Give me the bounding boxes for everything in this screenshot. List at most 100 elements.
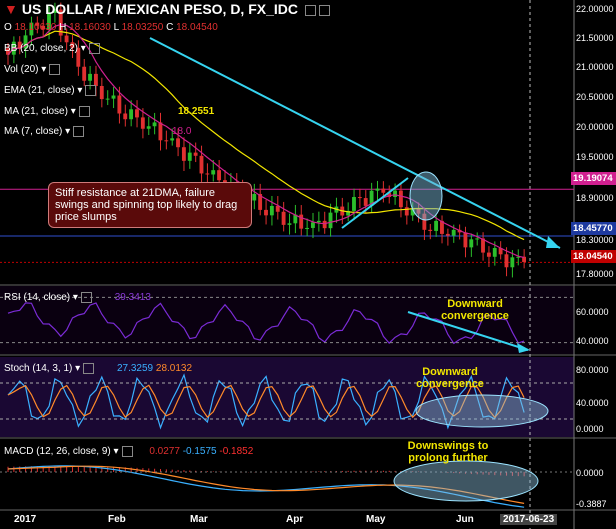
- rsi-note: Downward convergence: [441, 298, 509, 322]
- candle-body: [393, 190, 397, 197]
- ma7-value: 18.0: [172, 126, 192, 137]
- price-tag-support: 18.45770: [571, 222, 616, 235]
- candle-body: [152, 122, 157, 127]
- ohlc-open: 18.10630: [14, 22, 57, 33]
- bb-label: BB (20, close, 2): [4, 43, 78, 55]
- x-tick-label: Jun: [456, 514, 474, 525]
- macd-header[interactable]: MACD (12, 26, close, 9) ▾ 0.0277 -0.1575…: [4, 446, 253, 457]
- ohlc-open-key: O: [4, 22, 12, 33]
- macd-settings-icon[interactable]: [121, 446, 133, 457]
- ohlc-high: 18.16030: [69, 22, 111, 33]
- y-tick-label: 17.80000: [576, 269, 614, 279]
- candle-body: [398, 190, 403, 208]
- candle-body: [99, 86, 104, 100]
- ema-settings-icon[interactable]: [85, 85, 97, 96]
- ohlc-low: 18.03250: [121, 22, 164, 33]
- ema-label: EMA (21, close): [4, 85, 75, 97]
- ma21-settings-icon[interactable]: [78, 106, 90, 117]
- candle-body: [252, 193, 257, 201]
- indicator-ema[interactable]: EMA (21, close) ▾: [4, 85, 97, 97]
- indicator-ma21[interactable]: MA (21, close) ▾: [4, 106, 90, 117]
- candle-body: [88, 73, 92, 81]
- macd-signal-value: -0.1852: [219, 446, 254, 458]
- x-tick-label: Feb: [108, 514, 126, 525]
- chart-title: ▼ US DOLLAR / MEXICAN PESO, D, FX_IDC: [4, 1, 330, 17]
- candle-body: [287, 223, 292, 225]
- candle-body: [117, 95, 122, 114]
- macd-tick-label: -0.3887: [576, 499, 607, 509]
- ma7-settings-icon[interactable]: [73, 126, 85, 137]
- stoch-k-value: 27.3259: [116, 363, 154, 375]
- stoch-label: Stoch (14, 3, 1): [4, 363, 73, 375]
- vol-settings-icon[interactable]: [49, 64, 61, 75]
- candle-body: [463, 232, 468, 248]
- indicator-ma7[interactable]: MA (7, close) ▾: [4, 126, 85, 138]
- candle-body: [176, 138, 180, 148]
- candle-body: [375, 188, 380, 191]
- collapse-icon[interactable]: ▼: [4, 1, 18, 17]
- candle-body: [140, 117, 145, 129]
- ohlc-low-key: L: [113, 22, 119, 33]
- rsi-tick-label: 40.0000: [576, 336, 609, 346]
- stoch-tick-label: 80.0000: [576, 365, 609, 375]
- ohlc-close-key: C: [166, 22, 174, 33]
- current-date-label: 2017-06-23: [500, 514, 558, 525]
- candle-body: [211, 170, 216, 175]
- stoch-header[interactable]: Stoch (14, 3, 1) ▾ 27.3259 28.0132: [4, 363, 192, 374]
- candle-body: [510, 257, 515, 268]
- ma7-label: MA (7, close): [4, 126, 63, 138]
- y-tick-label: 20.00000: [576, 122, 614, 132]
- x-tick-label: Mar: [190, 514, 208, 525]
- candle-body: [434, 220, 439, 231]
- candle-body: [205, 173, 210, 175]
- ohlc-row: O 18.10630 H 18.16030 L 18.03250 C 18.04…: [4, 22, 218, 33]
- x-tick-label: 2017: [14, 514, 37, 525]
- stoch-highlight: [415, 394, 549, 428]
- stoch-tick-label: 0.0000: [576, 424, 604, 434]
- candle-body: [310, 222, 315, 228]
- candle-body: [217, 170, 222, 181]
- stoch-settings-icon[interactable]: [83, 363, 95, 374]
- candle-body: [451, 229, 456, 236]
- candle-body: [199, 155, 204, 174]
- candle-body: [322, 220, 327, 229]
- candle-body: [269, 205, 274, 216]
- candle-body: [64, 35, 69, 43]
- candle-body: [328, 212, 333, 229]
- candle-body: [492, 248, 497, 257]
- price-tag-resistance: 19.19074: [571, 172, 616, 185]
- stoch-tick-label: 40.0000: [576, 398, 609, 408]
- candle-body: [193, 152, 198, 156]
- ohlc-high-key: H: [59, 22, 67, 33]
- y-tick-label: 21.50000: [576, 33, 614, 43]
- rsi-settings-icon[interactable]: [80, 292, 92, 303]
- y-tick-label: 18.90000: [576, 193, 614, 203]
- candle-body: [381, 188, 386, 193]
- settings-icon[interactable]: [304, 4, 316, 16]
- candle-body: [164, 140, 169, 142]
- candle-body: [404, 207, 409, 216]
- indicator-vol[interactable]: Vol (20) ▾: [4, 64, 61, 75]
- candle-body: [363, 198, 368, 206]
- candle-body: [504, 254, 509, 268]
- x-tick-label: Apr: [286, 514, 304, 525]
- candle-body: [123, 113, 128, 120]
- indicator-bb[interactable]: BB (20, close, 2) ▾: [4, 43, 100, 54]
- candle-body: [316, 220, 321, 223]
- x-tick-label: May: [366, 514, 386, 525]
- candle-body: [281, 211, 286, 225]
- stoch-d-value: 28.0132: [155, 363, 193, 375]
- price-tag-last: 18.04540: [571, 250, 616, 263]
- candle-body: [187, 152, 192, 161]
- rsi-header[interactable]: RSI (14, close) ▾ 39.3413: [4, 292, 151, 303]
- candle-body: [170, 138, 175, 141]
- y-tick-label: 18.30000: [576, 235, 614, 245]
- macd-tick-label: 0.0000: [576, 468, 604, 478]
- candle-body: [475, 238, 480, 240]
- macd-highlight: [393, 460, 539, 502]
- visibility-icon[interactable]: [318, 4, 330, 16]
- bb-settings-icon[interactable]: [88, 43, 100, 54]
- ohlc-close: 18.04540: [176, 22, 218, 33]
- candle-body: [105, 98, 110, 100]
- candle-body: [305, 227, 309, 229]
